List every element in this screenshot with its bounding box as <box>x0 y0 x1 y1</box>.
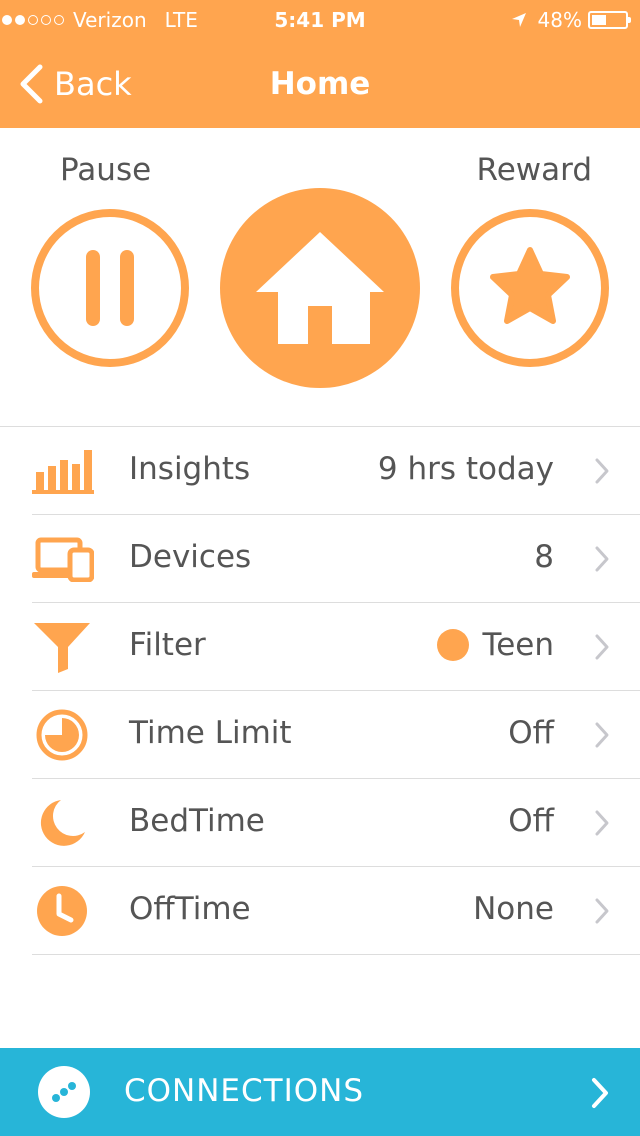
list-item-label: Insights <box>129 451 251 487</box>
reward-button[interactable] <box>450 208 610 368</box>
chevron-right-icon <box>595 898 609 924</box>
nav-bar: Back Home <box>0 40 640 128</box>
list-item-value: 9 hrs today <box>377 451 554 487</box>
chevron-right-icon <box>592 1078 608 1108</box>
filter-icon <box>30 621 94 673</box>
list-item-value: None <box>473 891 554 927</box>
list-item-filter[interactable]: Filter Teen <box>0 603 640 691</box>
filter-level-text: Teen <box>482 627 554 663</box>
list-item-value: Off <box>508 803 554 839</box>
list-item-label: Devices <box>129 539 252 575</box>
chevron-right-icon <box>595 810 609 836</box>
list-item-label: Time Limit <box>129 715 292 751</box>
battery-percent: 48% <box>537 8 582 32</box>
home-button[interactable] <box>220 188 420 388</box>
list-item-label: OffTime <box>129 891 251 927</box>
list-item-offtime[interactable]: OffTime None <box>0 867 640 955</box>
moon-icon <box>30 797 94 849</box>
status-right: 48% <box>510 8 631 32</box>
list-item-bedtime[interactable]: BedTime Off <box>0 779 640 867</box>
devices-icon <box>30 533 94 585</box>
chevron-right-icon <box>595 722 609 748</box>
bar-chart-icon <box>30 445 94 497</box>
list-item-label: Filter <box>129 627 206 663</box>
list-item-insights[interactable]: Insights 9 hrs today <box>0 427 640 515</box>
chevron-right-icon <box>595 458 609 484</box>
time-limit-icon <box>30 709 94 761</box>
battery-icon <box>588 11 631 29</box>
filter-level-dot <box>436 629 469 661</box>
list-item-value: Teen <box>436 627 554 663</box>
reward-label: Reward <box>476 152 592 188</box>
list-item-devices[interactable]: Devices 8 <box>0 515 640 603</box>
list-item-label: BedTime <box>129 803 265 839</box>
clock-icon <box>30 885 94 937</box>
star-icon <box>490 247 570 324</box>
connections-label: CONNECTIONS <box>124 1073 365 1109</box>
header: Verizon LTE 5:41 PM 48% Back Home <box>0 0 640 128</box>
list-item-value: 8 <box>534 539 554 575</box>
connections-logo-icon <box>38 1066 90 1118</box>
list-item-value: Off <box>508 715 554 751</box>
connections-bar[interactable]: CONNECTIONS <box>0 1048 640 1136</box>
pause-button[interactable] <box>30 208 190 368</box>
settings-list: Insights 9 hrs today Devices 8 Filter Te… <box>0 427 640 955</box>
chevron-right-icon <box>595 634 609 660</box>
status-bar: Verizon LTE 5:41 PM 48% <box>0 0 640 40</box>
location-arrow-icon <box>511 13 526 27</box>
pause-icon <box>86 250 100 326</box>
list-item-time-limit[interactable]: Time Limit Off <box>0 691 640 779</box>
page-title: Home <box>269 66 371 102</box>
pause-label: Pause <box>60 152 152 188</box>
chevron-right-icon <box>595 546 609 572</box>
